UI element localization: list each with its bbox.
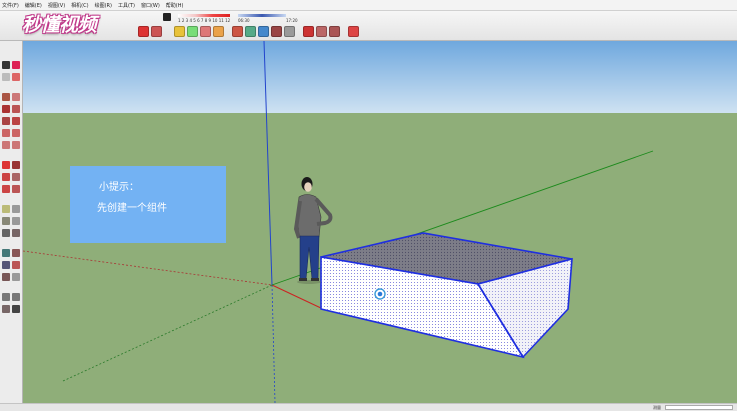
select-arrow-icon[interactable] [2,61,10,69]
eraser-icon[interactable] [187,26,198,37]
paint-bucket-icon[interactable] [12,73,20,81]
pan-tool-icon[interactable] [12,249,20,257]
offset-icon[interactable] [12,185,20,193]
protractor-icon[interactable] [2,217,10,225]
zoom-tool-icon[interactable] [2,261,10,269]
walk-icon[interactable] [2,305,10,313]
zoom-extents-icon[interactable] [271,26,282,37]
left-toolbar [0,41,23,403]
freehand-icon[interactable] [12,93,20,101]
watermark-logo: 秒懂视频 [22,14,97,36]
zoom-icon[interactable] [258,26,269,37]
look-around-icon[interactable] [12,293,20,301]
follow-me-icon[interactable] [12,173,20,181]
text-icon[interactable] [213,26,224,37]
measurement-label: 测量 [653,405,661,410]
orbit-tool-icon[interactable] [2,249,10,257]
ruby-icon[interactable] [348,26,359,37]
menu-draw[interactable]: 绘图(R) [95,2,112,9]
warehouse-icon[interactable] [303,26,314,37]
rotated-rectangle-icon[interactable] [12,105,20,113]
menu-bar: 文件(F) 编辑(E) 视图(V) 相机(C) 绘图(R) 工具(T) 窗口(W… [0,0,737,11]
time-end: 17:20 [286,18,298,23]
time-slider-track[interactable] [238,14,286,17]
previous-icon[interactable] [12,273,20,281]
month-scale: 1 2 3 4 5 6 7 8 9 10 11 12 [178,18,231,23]
3d-text-icon[interactable] [12,229,20,237]
menu-help[interactable]: 帮助(H) [166,2,184,9]
main-toolbar [0,11,737,41]
zoom-extents-tool-icon[interactable] [2,273,10,281]
cursor-target-dot [377,291,383,297]
tip-box: 小提示： 先创建一个组件 [70,166,226,243]
axes-icon[interactable] [2,229,10,237]
menu-view[interactable]: 视图(V) [48,2,65,9]
share-model-icon[interactable] [316,26,327,37]
extension-icon[interactable] [329,26,340,37]
tape-measure-icon[interactable] [2,205,10,213]
menu-file[interactable]: 文件(F) [2,2,19,9]
paint-icon[interactable] [174,26,185,37]
toolbar-buttons [138,26,359,37]
three-point-arc-icon[interactable] [2,141,10,149]
text-tool-icon[interactable] [12,217,20,225]
previous-view-icon[interactable] [284,26,295,37]
tip-title: 小提示： [99,182,139,193]
orbit-icon[interactable] [232,26,243,37]
polygon-icon[interactable] [12,117,20,125]
menu-edit[interactable]: 编辑(E) [25,2,42,9]
menu-tools[interactable]: 工具(T) [118,2,135,9]
dimension-icon[interactable] [12,205,20,213]
time-start: 06:30 [238,18,250,23]
two-point-arc-icon[interactable] [12,129,20,137]
component-icon[interactable] [151,26,162,37]
move-icon[interactable] [2,161,10,169]
rectangle-icon[interactable] [2,105,10,113]
section-plane-icon[interactable] [12,305,20,313]
menu-camera[interactable]: 相机(C) [71,2,88,9]
tape-icon[interactable] [200,26,211,37]
circle-icon[interactable] [2,117,10,125]
make-component-icon[interactable] [12,61,20,69]
line-tool-icon[interactable] [2,93,10,101]
reload-icon[interactable] [138,26,149,37]
status-bar: 测量 [0,403,737,411]
position-camera-icon[interactable] [2,293,10,301]
zoom-window-icon[interactable] [12,261,20,269]
arc-icon[interactable] [2,129,10,137]
rotate-icon[interactable] [2,173,10,181]
pan-icon[interactable] [245,26,256,37]
push-pull-icon[interactable] [12,161,20,169]
scale-icon[interactable] [2,185,10,193]
measurement-input[interactable] [665,405,733,410]
menu-window[interactable]: 窗口(W) [141,2,160,9]
shadow-settings-panel: 1 2 3 4 5 6 7 8 9 10 11 12 06:30 17:20 [160,12,300,24]
month-slider-track[interactable] [178,14,230,17]
pie-icon[interactable] [12,141,20,149]
eraser-tool-icon[interactable] [2,73,10,81]
sky [23,41,737,113]
tip-body: 先创建一个组件 [97,203,167,214]
